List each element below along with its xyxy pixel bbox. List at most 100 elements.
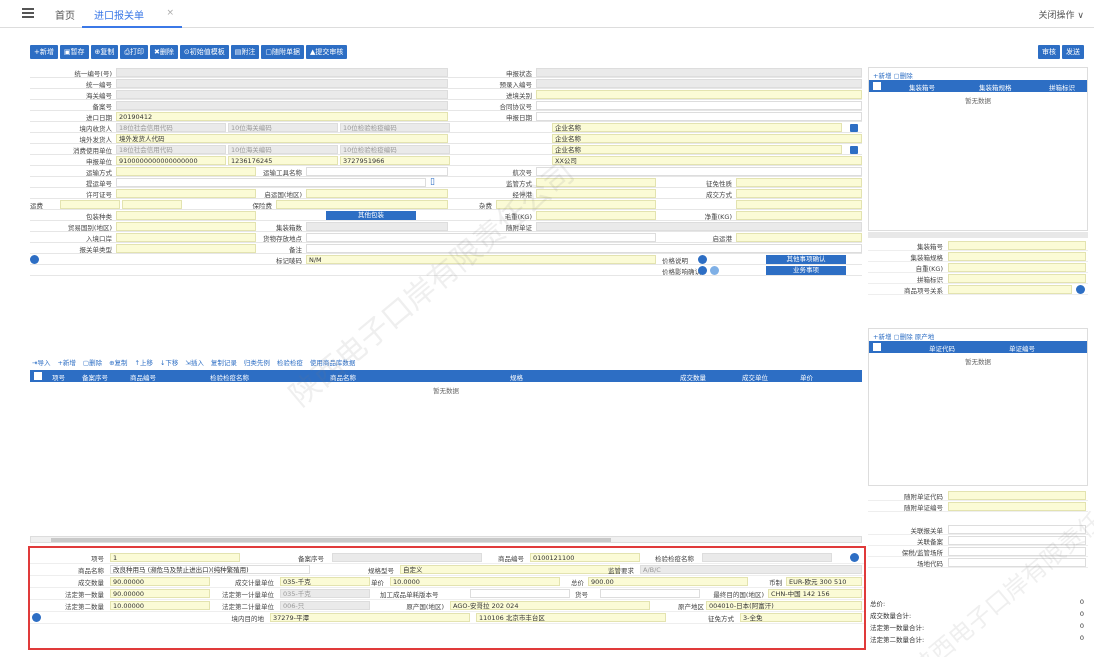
doc-origin-button[interactable]: 原产地 — [915, 333, 935, 341]
grid-copy-button[interactable]: ⊕复制 — [109, 357, 127, 369]
input-field[interactable] — [116, 167, 256, 176]
input-field[interactable] — [948, 547, 1086, 556]
origin-country-input[interactable]: AGO-安哥拉 202 024 — [450, 601, 650, 610]
column-header[interactable]: 成交数量 — [680, 372, 706, 382]
horizontal-scrollbar[interactable] — [30, 536, 862, 543]
doc-new-button[interactable]: +新增 — [873, 333, 891, 341]
note-button[interactable]: ▤附注 — [230, 45, 260, 59]
input-field[interactable] — [276, 200, 448, 209]
input-field[interactable] — [536, 79, 862, 88]
input-field[interactable]: 035-千克 — [280, 589, 370, 598]
input-field[interactable] — [536, 211, 656, 220]
container-delete-button[interactable]: ▢删除 — [894, 72, 913, 80]
input-field[interactable]: 90.00000 — [110, 589, 210, 598]
classification-button[interactable]: 归类先例 — [244, 357, 270, 369]
shipping-marks-input[interactable]: N/M — [306, 255, 656, 264]
input-field[interactable] — [122, 200, 182, 209]
delete-button[interactable]: ✖删除 — [149, 45, 178, 59]
horizontal-scrollbar[interactable] — [868, 232, 1088, 238]
tab-import-declaration[interactable]: 进口报关单 × — [82, 0, 182, 28]
input-field[interactable]: A/B/C — [640, 565, 862, 574]
input-field[interactable]: 18位社会信用代码 — [116, 123, 226, 132]
template-button[interactable]: ⊙初始值模板 — [179, 45, 229, 59]
column-header[interactable]: 单证编号 — [1009, 343, 1035, 353]
input-field[interactable] — [736, 200, 862, 209]
product-library-button[interactable]: 使用商品库数据 — [310, 357, 356, 369]
input-field[interactable]: 10.00000 — [110, 601, 210, 610]
hs-code-input[interactable]: 0100121100 — [530, 553, 640, 562]
input-field[interactable] — [948, 491, 1086, 500]
column-header[interactable]: 检验检疫名称 — [210, 372, 249, 382]
import-date-input[interactable]: 20190412 — [116, 112, 448, 121]
input-field[interactable] — [948, 263, 1086, 272]
unit-input[interactable]: 035-千克 — [280, 577, 370, 586]
origin-region-input[interactable]: 004010-日本(阿富汗) — [706, 601, 862, 610]
input-field[interactable] — [736, 211, 862, 220]
destination-input[interactable]: 37279-平潭 — [270, 613, 470, 622]
radio-icon[interactable] — [698, 266, 707, 275]
input-field[interactable] — [116, 101, 448, 110]
submit-review-button[interactable]: ▲提交审核 — [305, 45, 348, 59]
input-field[interactable] — [470, 589, 570, 598]
input-field[interactable]: 10位检验检疫编码 — [340, 123, 450, 132]
move-up-button[interactable]: ↑上移 — [135, 357, 153, 369]
expand-icon[interactable] — [30, 255, 39, 264]
input-field[interactable] — [116, 90, 448, 99]
input-field[interactable] — [948, 241, 1086, 250]
destination-input[interactable]: CHN-中国 142 156 — [768, 589, 862, 598]
document-icon[interactable]: ▯ — [430, 177, 435, 187]
move-down-button[interactable]: ↓下移 — [160, 357, 178, 369]
spec-input[interactable]: 自定义 — [400, 565, 620, 574]
input-field[interactable] — [702, 553, 832, 562]
exemption-input[interactable]: 3-全免 — [740, 613, 862, 622]
input-field[interactable]: 9100000000000000000 — [116, 156, 226, 165]
column-header[interactable]: 集装箱规格 — [979, 82, 1012, 92]
select-all-checkbox[interactable] — [34, 372, 42, 380]
input-field[interactable] — [536, 90, 862, 99]
quantity-input[interactable]: 90.00000 — [110, 577, 210, 586]
input-field[interactable] — [496, 200, 656, 209]
input-field[interactable] — [536, 222, 862, 231]
input-field[interactable] — [948, 502, 1086, 511]
select-all-checkbox[interactable] — [873, 82, 881, 90]
input-field[interactable]: 企业名称 — [552, 134, 862, 143]
column-header[interactable]: 商品名称 — [330, 372, 356, 382]
input-field[interactable]: 1236176245 — [228, 156, 338, 165]
close-operations-button[interactable]: 关闭操作 ∨ — [1039, 8, 1084, 21]
input-field[interactable] — [948, 252, 1086, 261]
input-field[interactable]: 10位海关编码 — [228, 123, 338, 132]
input-field[interactable] — [306, 189, 448, 198]
new-button[interactable]: +新增 — [30, 45, 58, 59]
grid-new-button[interactable]: +新增 — [57, 357, 75, 369]
input-field[interactable] — [116, 222, 256, 231]
column-header[interactable]: 成交单位 — [742, 372, 768, 382]
expand-icon[interactable] — [32, 613, 41, 622]
input-field[interactable] — [948, 274, 1086, 283]
input-field[interactable] — [332, 553, 482, 562]
input-field[interactable] — [116, 211, 256, 220]
column-header[interactable]: 单证代码 — [929, 343, 955, 353]
column-header[interactable]: 集装箱号 — [909, 82, 935, 92]
input-field[interactable] — [306, 167, 448, 176]
currency-input[interactable]: EUR-欧元 300 510 — [786, 577, 862, 586]
inspection-button[interactable]: 检验检疫 — [277, 357, 303, 369]
input-field[interactable]: 3727951966 — [340, 156, 450, 165]
close-icon[interactable]: × — [166, 8, 174, 18]
input-field[interactable] — [536, 167, 862, 176]
business-matters-button[interactable]: 业务事项 — [766, 266, 846, 275]
column-header[interactable]: 拼箱标识 — [1049, 82, 1075, 92]
input-field[interactable] — [536, 101, 862, 110]
input-field[interactable]: 境外发货人代码 — [116, 134, 448, 143]
input-field[interactable] — [948, 525, 1086, 534]
checkbox-icon[interactable] — [850, 124, 858, 132]
input-field[interactable] — [736, 189, 862, 198]
container-new-button[interactable]: +新增 — [873, 72, 891, 80]
input-field[interactable]: 企业名称 — [552, 123, 842, 132]
tab-home[interactable]: 首页 — [55, 7, 75, 22]
print-button[interactable]: ⎙打印 — [120, 45, 148, 59]
other-matters-button[interactable]: 其他事项确认 — [766, 255, 846, 264]
insert-button[interactable]: ⇲插入 — [185, 357, 203, 369]
grid-delete-button[interactable]: ▢删除 — [83, 357, 102, 369]
column-header[interactable]: 商品编号 — [130, 372, 156, 382]
input-field[interactable]: 企业名称 — [552, 145, 842, 154]
